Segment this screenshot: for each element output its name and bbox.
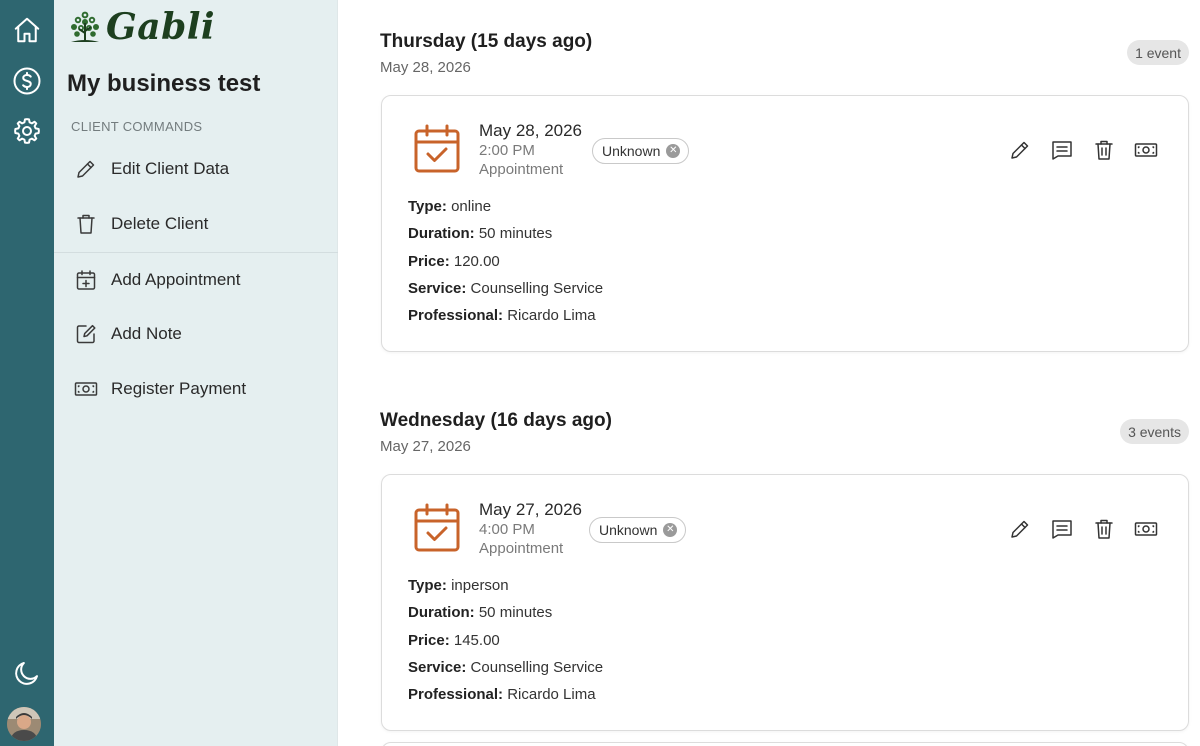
day-date: May 27, 2026 [380, 438, 471, 455]
register-payment-button[interactable]: Register Payment [54, 367, 338, 411]
detail-duration: Duration: 50 minutes [408, 604, 553, 622]
business-title: My business test [67, 70, 261, 97]
payment-icon[interactable] [1134, 138, 1158, 162]
command-label: Add Appointment [111, 270, 241, 289]
event-details: Type: online Duration: 50 minutes Price:… [408, 197, 603, 333]
command-label: Add Note [111, 324, 182, 343]
calendar-check-icon [413, 123, 461, 175]
client-sidebar: Gabli My business test CLIENT COMMANDS E… [54, 0, 338, 746]
moon-icon[interactable] [8, 654, 46, 692]
detail-price: Price: 120.00 [408, 252, 500, 270]
event-card: May 27, 2026 4:00 PM Appointment Unknown… [381, 474, 1189, 731]
event-time: 2:00 PM [479, 142, 535, 159]
clear-status-icon[interactable]: ✕ [666, 144, 681, 158]
event-date: May 28, 2026 [479, 121, 583, 140]
command-label: Delete Client [111, 214, 209, 233]
detail-service: Service: Counselling Service [408, 279, 604, 297]
client-commands-label: CLIENT COMMANDS [71, 119, 203, 134]
pencil-icon [74, 157, 98, 181]
day-title: Thursday (15 days ago) [380, 31, 593, 52]
logo-text: Gabli [106, 6, 216, 48]
notes-icon[interactable] [1050, 138, 1074, 162]
event-count-badge: 1 event [1127, 40, 1189, 65]
edit-event-icon[interactable] [1008, 517, 1032, 541]
command-label: Edit Client Data [111, 159, 230, 178]
event-card [381, 742, 1189, 746]
calendar-plus-icon [74, 268, 98, 292]
event-count-badge: 3 events [1120, 419, 1189, 444]
event-time: 4:00 PM [479, 521, 535, 538]
cash-icon [74, 377, 98, 401]
detail-type: Type: inperson [408, 577, 509, 594]
status-label: Unknown [599, 522, 658, 538]
notes-icon[interactable] [1050, 517, 1074, 541]
add-note-button[interactable]: Add Note [54, 312, 338, 356]
detail-professional: Professional: Ricardo Lima [408, 686, 596, 704]
sidebar-divider [54, 252, 338, 253]
detail-price: Price: 145.00 [408, 631, 500, 649]
day-date: May 28, 2026 [380, 59, 471, 76]
command-label: Register Payment [111, 379, 247, 398]
payment-icon[interactable] [1134, 517, 1158, 541]
status-chip[interactable]: Unknown ✕ [589, 517, 687, 543]
detail-service: Service: Counselling Service [408, 658, 604, 676]
event-timeline: Thursday (15 days ago) May 28, 2026 1 ev… [339, 0, 1200, 746]
avatar[interactable] [7, 707, 41, 741]
trash-icon [74, 212, 98, 236]
add-appointment-button[interactable]: Add Appointment [54, 258, 338, 302]
clear-status-icon[interactable]: ✕ [663, 523, 678, 537]
delete-client-button[interactable]: Delete Client [54, 202, 338, 246]
event-actions [1008, 138, 1158, 162]
event-card: May 28, 2026 2:00 PM Appointment Unknown… [381, 95, 1189, 352]
status-label: Unknown [602, 143, 661, 159]
note-edit-icon [74, 322, 98, 346]
edit-client-data-button[interactable]: Edit Client Data [54, 147, 338, 191]
delete-event-icon[interactable] [1092, 138, 1116, 162]
tree-icon [71, 11, 99, 42]
day-title: Wednesday (16 days ago) [380, 410, 612, 431]
event-kind: Appointment [479, 161, 564, 178]
calendar-check-icon [413, 502, 461, 554]
home-icon[interactable] [8, 11, 46, 49]
edit-event-icon[interactable] [1008, 138, 1032, 162]
event-actions [1008, 517, 1158, 541]
detail-type: Type: online [408, 198, 492, 215]
event-details: Type: inperson Duration: 50 minutes Pric… [408, 576, 603, 712]
event-date: May 27, 2026 [479, 500, 583, 519]
dollar-icon[interactable] [8, 62, 46, 100]
event-kind: Appointment [479, 540, 564, 557]
icon-rail [0, 0, 54, 746]
gabli-logo[interactable]: Gabli [68, 6, 215, 48]
status-chip[interactable]: Unknown ✕ [592, 138, 690, 164]
detail-duration: Duration: 50 minutes [408, 225, 553, 243]
delete-event-icon[interactable] [1092, 517, 1116, 541]
gear-icon[interactable] [8, 112, 46, 150]
detail-professional: Professional: Ricardo Lima [408, 307, 596, 325]
